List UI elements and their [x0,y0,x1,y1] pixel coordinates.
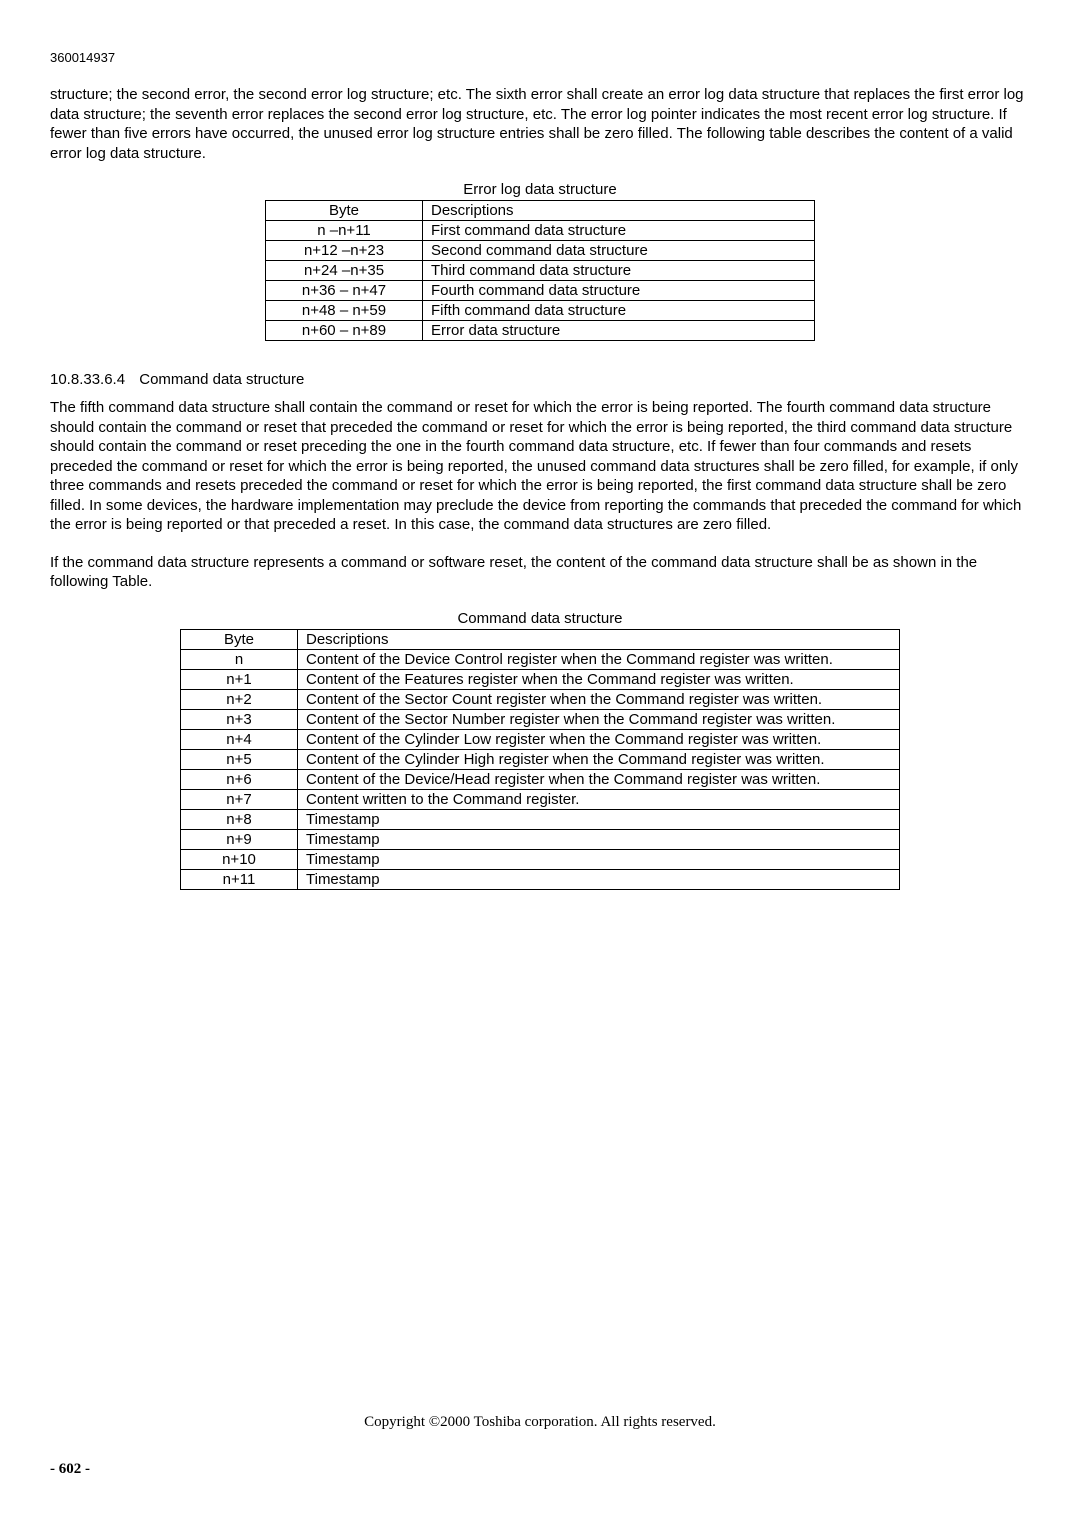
table-row: n+24 –n+35Third command data structure [266,261,815,281]
table-row: n+7Content written to the Command regist… [181,789,900,809]
cell-desc: Timestamp [298,849,900,869]
cell-desc: Third command data structure [423,261,815,281]
cell-byte: n –n+11 [266,221,423,241]
section-number: 10.8.33.6.4 [50,371,125,388]
cell-desc: Timestamp [298,809,900,829]
table-row: n+60 – n+89Error data structure [266,321,815,341]
intro-paragraph: structure; the second error, the second … [50,85,1030,163]
cell-byte: n+6 [181,769,298,789]
cell-byte: n+11 [181,869,298,889]
table-header-desc: Descriptions [423,201,815,221]
cell-desc: Timestamp [298,869,900,889]
cell-desc: Content of the Cylinder High register wh… [298,749,900,769]
table-row: n+1Content of the Features register when… [181,669,900,689]
cell-desc: Fifth command data structure [423,301,815,321]
table-row: n+6Content of the Device/Head register w… [181,769,900,789]
table-row: n+3Content of the Sector Number register… [181,709,900,729]
table-row: n+4Content of the Cylinder Low register … [181,729,900,749]
error-log-table: Byte Descriptions n –n+11First command d… [265,200,815,341]
table-header-byte: Byte [266,201,423,221]
table-row: n+10Timestamp [181,849,900,869]
cell-byte: n+12 –n+23 [266,241,423,261]
table-header-row: Byte Descriptions [181,629,900,649]
table-row: n+8Timestamp [181,809,900,829]
command-data-table: Byte Descriptions nContent of the Device… [180,629,900,890]
cell-byte: n+48 – n+59 [266,301,423,321]
cell-byte: n+5 [181,749,298,769]
cell-byte: n+2 [181,689,298,709]
copyright-text: Copyright ©2000 Toshiba corporation. All… [50,1414,1030,1431]
cell-byte: n+4 [181,729,298,749]
table1-caption: Error log data structure [50,181,1030,198]
page-footer: Copyright ©2000 Toshiba corporation. All… [50,1414,1030,1478]
cell-desc: Content of the Device/Head register when… [298,769,900,789]
paragraph-2: If the command data structure represents… [50,553,1030,592]
table-row: n+48 – n+59Fifth command data structure [266,301,815,321]
cell-byte: n+24 –n+35 [266,261,423,281]
cell-byte: n+1 [181,669,298,689]
cell-byte: n+3 [181,709,298,729]
cell-desc: First command data structure [423,221,815,241]
section-heading: 10.8.33.6.4 Command data structure [50,371,1030,388]
paragraph-1: The fifth command data structure shall c… [50,398,1030,535]
page-number: - 602 - [50,1461,1030,1478]
cell-desc: Fourth command data structure [423,281,815,301]
cell-byte: n+60 – n+89 [266,321,423,341]
cell-byte: n+10 [181,849,298,869]
cell-byte: n+9 [181,829,298,849]
document-header-number: 360014937 [50,50,1030,65]
table-header-row: Byte Descriptions [266,201,815,221]
cell-desc: Content of the Device Control register w… [298,649,900,669]
table-row: n+12 –n+23Second command data structure [266,241,815,261]
table-row: n+5Content of the Cylinder High register… [181,749,900,769]
cell-byte: n [181,649,298,669]
cell-desc: Content written to the Command register. [298,789,900,809]
cell-desc: Second command data structure [423,241,815,261]
table-row: n+2Content of the Sector Count register … [181,689,900,709]
table2-caption: Command data structure [50,610,1030,627]
table-header-byte: Byte [181,629,298,649]
table-row: n –n+11First command data structure [266,221,815,241]
cell-byte: n+8 [181,809,298,829]
cell-desc: Error data structure [423,321,815,341]
table-row: n+36 – n+47Fourth command data structure [266,281,815,301]
table-row: n+11Timestamp [181,869,900,889]
cell-desc: Content of the Sector Count register whe… [298,689,900,709]
cell-byte: n+36 – n+47 [266,281,423,301]
cell-desc: Timestamp [298,829,900,849]
page-number-value: - 602 - [50,1461,90,1477]
section-title-text: Command data structure [139,371,304,388]
cell-desc: Content of the Cylinder Low register whe… [298,729,900,749]
table-row: nContent of the Device Control register … [181,649,900,669]
cell-desc: Content of the Features register when th… [298,669,900,689]
table-header-desc: Descriptions [298,629,900,649]
cell-desc: Content of the Sector Number register wh… [298,709,900,729]
cell-byte: n+7 [181,789,298,809]
table-row: n+9Timestamp [181,829,900,849]
